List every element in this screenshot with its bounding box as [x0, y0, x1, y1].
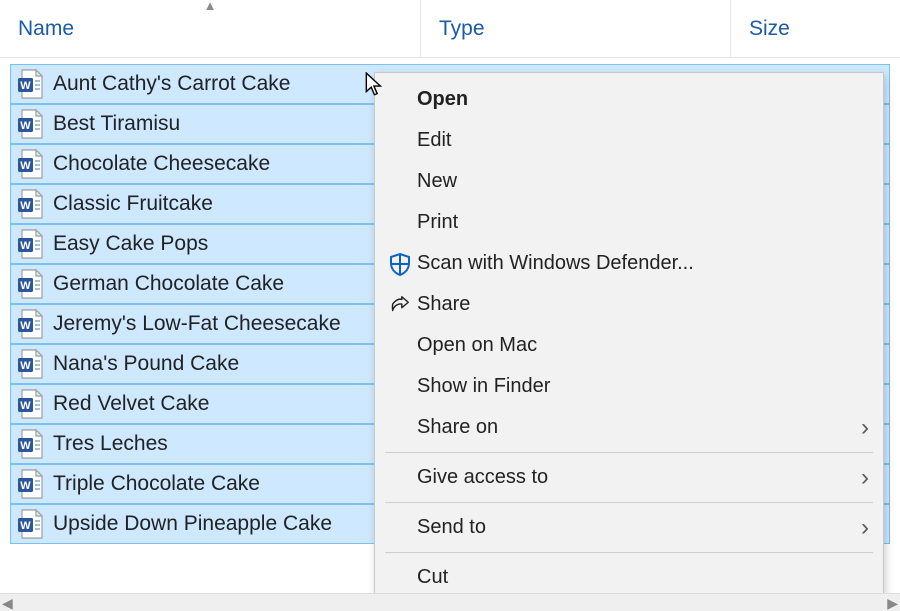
- word-document-icon: W: [17, 69, 43, 99]
- svg-text:W: W: [20, 280, 31, 292]
- menu-item[interactable]: Show in Finder: [375, 366, 883, 407]
- word-document-icon: W: [17, 229, 43, 259]
- word-document-icon: W: [17, 109, 43, 139]
- word-document-icon: W: [17, 509, 43, 539]
- svg-text:W: W: [20, 80, 31, 92]
- horizontal-scrollbar[interactable]: ◀ ▶: [0, 593, 900, 611]
- file-name: German Chocolate Cake: [53, 272, 284, 296]
- menu-item[interactable]: Open: [375, 79, 883, 120]
- share-arrow-icon: [383, 294, 417, 316]
- word-document-icon: W: [17, 149, 43, 179]
- menu-item[interactable]: Edit: [375, 120, 883, 161]
- menu-item-label: Share: [417, 293, 869, 316]
- word-document-icon: W: [17, 269, 43, 299]
- chevron-right-icon: ›: [861, 514, 869, 542]
- context-menu: Open Edit New Print Scan with Windows Defen…: [374, 72, 884, 605]
- menu-item-label: Open on Mac: [417, 334, 869, 357]
- svg-text:W: W: [20, 400, 31, 412]
- file-name: Classic Fruitcake: [53, 192, 213, 216]
- svg-text:W: W: [20, 520, 31, 532]
- menu-item[interactable]: Open on Mac: [375, 325, 883, 366]
- menu-item[interactable]: Send to›: [375, 507, 883, 548]
- menu-item[interactable]: Share on›: [375, 407, 883, 448]
- menu-item[interactable]: Give access to›: [375, 457, 883, 498]
- svg-text:W: W: [20, 240, 31, 252]
- word-document-icon: W: [17, 469, 43, 499]
- menu-item[interactable]: Print: [375, 202, 883, 243]
- column-header-row: ▲ Name Type Size: [0, 0, 900, 58]
- svg-text:W: W: [20, 320, 31, 332]
- menu-item-label: Open: [417, 88, 869, 111]
- file-name: Chocolate Cheesecake: [53, 152, 270, 176]
- svg-text:W: W: [20, 120, 31, 132]
- word-document-icon: W: [17, 389, 43, 419]
- menu-separator: [385, 452, 873, 453]
- word-document-icon: W: [17, 309, 43, 339]
- svg-text:W: W: [20, 440, 31, 452]
- svg-text:W: W: [20, 160, 31, 172]
- svg-text:W: W: [20, 200, 31, 212]
- file-name: Upside Down Pineapple Cake: [53, 512, 332, 536]
- menu-separator: [385, 502, 873, 503]
- word-document-icon: W: [17, 429, 43, 459]
- menu-item-label: Print: [417, 211, 869, 234]
- menu-item[interactable]: Cut: [375, 557, 883, 598]
- column-header-name-label: Name: [18, 17, 74, 41]
- menu-item-label: Cut: [417, 566, 869, 589]
- chevron-right-icon: ›: [861, 414, 869, 442]
- menu-item-label: Give access to: [417, 466, 861, 489]
- word-document-icon: W: [17, 189, 43, 219]
- file-name: Nana's Pound Cake: [53, 352, 239, 376]
- windows-defender-shield-icon: [383, 252, 417, 276]
- word-document-icon: W: [17, 349, 43, 379]
- menu-separator: [385, 552, 873, 553]
- file-name: Triple Chocolate Cake: [53, 472, 260, 496]
- menu-item[interactable]: Share: [375, 284, 883, 325]
- file-name: Easy Cake Pops: [53, 232, 208, 256]
- menu-item[interactable]: New: [375, 161, 883, 202]
- file-name: Best Tiramisu: [53, 112, 180, 136]
- column-header-size-label: Size: [749, 17, 790, 41]
- file-name: Aunt Cathy's Carrot Cake: [53, 72, 290, 96]
- chevron-right-icon: ›: [861, 464, 869, 492]
- column-header-name[interactable]: ▲ Name: [0, 0, 420, 57]
- file-name: Tres Leches: [53, 432, 168, 456]
- svg-text:W: W: [20, 360, 31, 372]
- column-header-type[interactable]: Type: [420, 0, 730, 57]
- menu-item-label: Scan with Windows Defender...: [417, 252, 869, 275]
- svg-text:W: W: [20, 480, 31, 492]
- column-header-size[interactable]: Size: [730, 0, 900, 57]
- sort-ascending-icon: ▲: [204, 0, 217, 13]
- column-header-type-label: Type: [439, 17, 485, 41]
- scroll-left-icon[interactable]: ◀: [2, 596, 13, 610]
- menu-item-label: Send to: [417, 516, 861, 539]
- menu-item-label: New: [417, 170, 869, 193]
- menu-item-label: Share on: [417, 416, 861, 439]
- file-name: Jeremy's Low-Fat Cheesecake: [53, 312, 341, 336]
- scroll-right-icon[interactable]: ▶: [887, 596, 898, 610]
- menu-item-label: Edit: [417, 129, 869, 152]
- file-name: Red Velvet Cake: [53, 392, 209, 416]
- menu-item-label: Show in Finder: [417, 375, 869, 398]
- menu-item[interactable]: Scan with Windows Defender...: [375, 243, 883, 284]
